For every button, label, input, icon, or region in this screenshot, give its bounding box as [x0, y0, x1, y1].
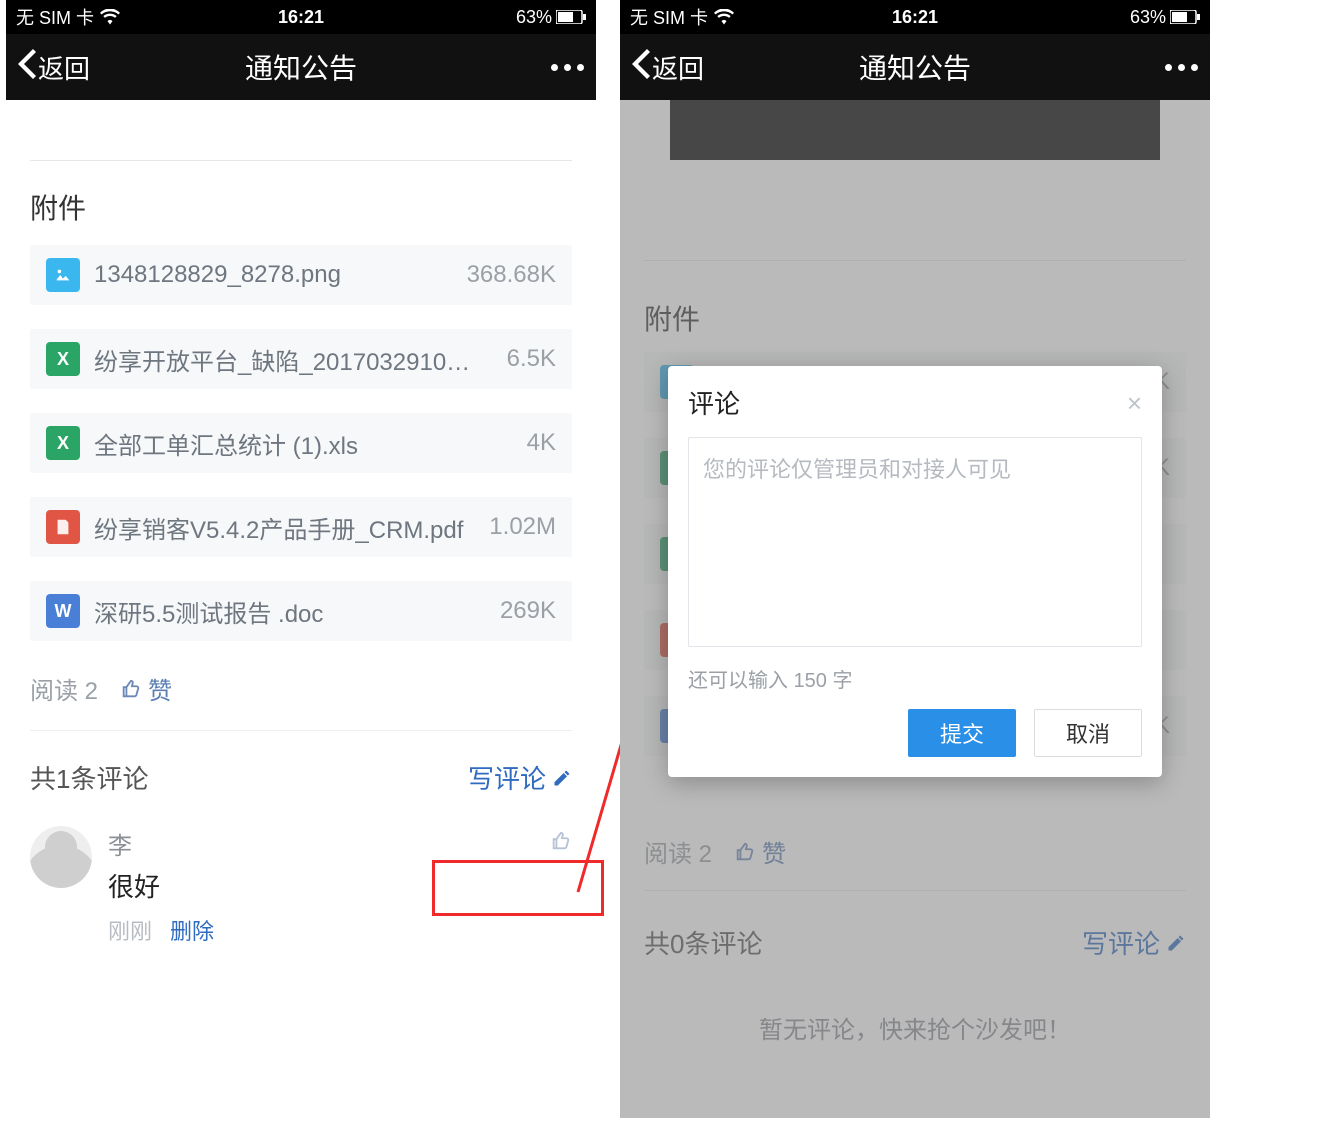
status-time: 16:21: [278, 7, 324, 28]
nav-bar: 返回 通知公告: [620, 34, 1210, 100]
comment-author: 李: [108, 826, 132, 861]
attachment-list: 1348128829_8278.png 368.68K X 纷享开放平台_缺陷_…: [6, 245, 596, 641]
file-name: 1348128829_8278.png: [94, 261, 443, 289]
carrier-label: 无 SIM 卡: [630, 4, 708, 30]
comments-header: 共1条评论 写评论: [6, 731, 596, 820]
image-file-icon: [46, 258, 80, 292]
back-button[interactable]: 返回: [18, 49, 90, 86]
comment-time: 刚刚: [108, 914, 152, 946]
close-icon: ×: [1127, 388, 1142, 418]
more-button[interactable]: [551, 64, 584, 71]
comment-modal: 评论 × 还可以输入 150 字 提交 取消: [668, 366, 1162, 777]
file-name: 纷享销客V5.4.2产品手册_CRM.pdf: [94, 510, 465, 545]
phone-left: 无 SIM 卡 16:21 63% 返回 通知公告: [6, 0, 596, 1118]
file-size: 4K: [527, 429, 556, 457]
status-bar: 无 SIM 卡 16:21 63%: [620, 0, 1210, 34]
status-bar: 无 SIM 卡 16:21 63%: [6, 0, 596, 34]
battery-label: 63%: [1130, 7, 1166, 28]
word-file-icon: W: [46, 594, 80, 628]
file-name: 纷享开放平台_缺陷_20170329104101….: [94, 342, 483, 377]
thumbs-up-icon: [120, 678, 142, 700]
close-button[interactable]: ×: [1127, 390, 1142, 416]
excel-file-icon: X: [46, 342, 80, 376]
dot-icon: [1178, 64, 1185, 71]
attachment-row[interactable]: 1348128829_8278.png 368.68K: [30, 245, 572, 305]
file-size: 6.5K: [507, 345, 556, 373]
like-label: 赞: [148, 671, 172, 706]
chevron-left-icon: [632, 49, 650, 86]
file-name: 深研5.5测试报告 .doc: [94, 594, 476, 629]
submit-button[interactable]: 提交: [908, 709, 1016, 757]
back-label: 返回: [38, 49, 90, 86]
write-comment-label: 写评论: [468, 759, 546, 796]
battery-icon: [556, 10, 586, 24]
pdf-file-icon: [46, 510, 80, 544]
chevron-left-icon: [18, 49, 36, 86]
wifi-icon: [100, 9, 120, 25]
stats-row: 阅读 2 赞: [6, 671, 596, 706]
file-size: 368.68K: [467, 261, 556, 289]
nav-bar: 返回 通知公告: [6, 34, 596, 100]
cancel-button[interactable]: 取消: [1034, 709, 1142, 757]
write-comment-button[interactable]: 写评论: [468, 759, 572, 796]
file-size: 269K: [500, 597, 556, 625]
wifi-icon: [714, 9, 734, 25]
comment-item: 李 很好 刚刚 删除: [6, 820, 596, 946]
excel-file-icon: X: [46, 426, 80, 460]
modal-title: 评论: [688, 384, 740, 421]
comment-like-button[interactable]: [550, 830, 572, 857]
attachment-row[interactable]: W 深研5.5测试报告 .doc 269K: [30, 581, 572, 641]
page-title: 通知公告: [859, 47, 971, 87]
divider: [30, 160, 572, 161]
battery-icon: [1170, 10, 1200, 24]
avatar: [30, 826, 92, 888]
attachment-row[interactable]: 纷享销客V5.4.2产品手册_CRM.pdf 1.02M: [30, 497, 572, 557]
comment-delete-button[interactable]: 删除: [170, 914, 214, 946]
attachment-row[interactable]: X 纷享开放平台_缺陷_20170329104101…. 6.5K: [30, 329, 572, 389]
more-button[interactable]: [1165, 64, 1198, 71]
attachment-row[interactable]: X 全部工单汇总统计 (1).xls 4K: [30, 413, 572, 473]
phone-right: 无 SIM 卡 16:21 63% 返回 通知公告: [620, 0, 1210, 1118]
file-name: 全部工单汇总统计 (1).xls: [94, 426, 503, 461]
status-time: 16:21: [892, 7, 938, 28]
back-button[interactable]: 返回: [632, 49, 704, 86]
back-label: 返回: [652, 49, 704, 86]
dot-icon: [577, 64, 584, 71]
comments-count: 共1条评论: [30, 759, 148, 796]
file-size: 1.02M: [489, 513, 556, 541]
dot-icon: [551, 64, 558, 71]
attachments-title: 附件: [30, 187, 572, 227]
pencil-icon: [552, 768, 572, 788]
dot-icon: [564, 64, 571, 71]
comment-textarea[interactable]: [688, 437, 1142, 647]
battery-label: 63%: [516, 7, 552, 28]
read-count: 2: [85, 678, 98, 705]
like-button[interactable]: 赞: [120, 671, 172, 706]
page-title: 通知公告: [245, 47, 357, 87]
comment-text: 很好: [108, 867, 572, 904]
read-label: 阅读: [30, 678, 78, 705]
char-limit-hint: 还可以输入 150 字: [688, 664, 1142, 693]
dot-icon: [1191, 64, 1198, 71]
carrier-label: 无 SIM 卡: [16, 4, 94, 30]
dot-icon: [1165, 64, 1172, 71]
